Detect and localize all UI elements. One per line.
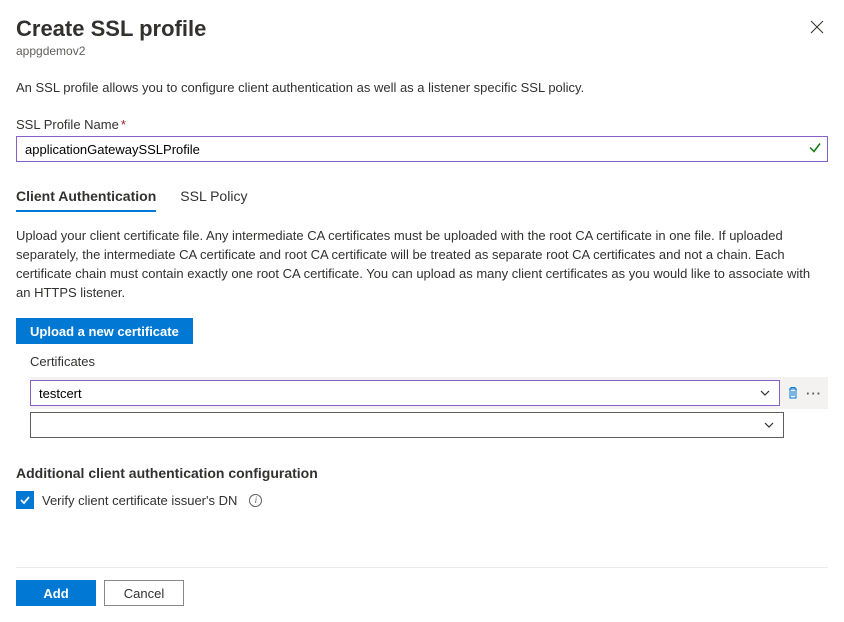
upload-certificate-button[interactable]: Upload a new certificate [16, 318, 193, 344]
footer: Add Cancel [16, 567, 828, 606]
validation-check-icon [808, 141, 822, 158]
info-icon[interactable]: i [249, 494, 262, 507]
certificate-row-empty [30, 409, 828, 441]
trash-icon [786, 386, 800, 400]
cancel-button[interactable]: Cancel [104, 580, 184, 606]
certificate-row: testcert ··· [30, 377, 828, 409]
certificates-label: Certificates [30, 354, 828, 369]
close-icon [810, 20, 824, 34]
tabs: Client Authentication SSL Policy [16, 184, 828, 213]
certificate-select[interactable]: testcert [30, 380, 780, 406]
check-icon [19, 494, 31, 506]
profile-name-input[interactable] [16, 136, 828, 162]
required-indicator: * [121, 117, 126, 132]
tab-ssl-policy[interactable]: SSL Policy [180, 184, 247, 212]
tab-client-authentication[interactable]: Client Authentication [16, 184, 156, 212]
resource-name: appgdemov2 [16, 44, 206, 58]
client-auth-description: Upload your client certificate file. Any… [16, 227, 828, 302]
verify-dn-label: Verify client certificate issuer's DN [42, 493, 237, 508]
close-button[interactable] [806, 16, 828, 42]
add-button[interactable]: Add [16, 580, 96, 606]
profile-name-label: SSL Profile Name* [16, 117, 828, 132]
verify-dn-checkbox[interactable] [16, 491, 34, 509]
certificate-select-empty[interactable] [30, 412, 784, 438]
certificate-more-button[interactable]: ··· [806, 386, 822, 401]
additional-config-heading: Additional client authentication configu… [16, 465, 828, 481]
page-title: Create SSL profile [16, 16, 206, 42]
delete-certificate-button[interactable] [786, 386, 800, 400]
page-description: An SSL profile allows you to configure c… [16, 80, 828, 95]
